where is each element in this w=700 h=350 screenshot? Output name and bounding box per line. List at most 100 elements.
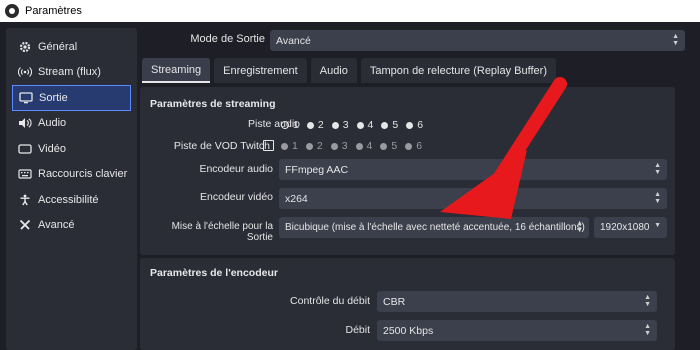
twitch-vod-radio-3: 3 [330,140,348,152]
sidebar-item-label: Vidéo [38,142,66,155]
twitch-vod-radio-5: 5 [380,140,397,152]
streaming-settings-panel: Paramètres de streaming Piste audio 1 2 … [140,87,675,255]
speaker-icon [18,116,32,130]
encoder-settings-panel: Paramètres de l'encodeur Contrôle du déb… [140,258,675,350]
audio-track-radio-1[interactable]: 1 [281,119,299,131]
radio-label: 4 [367,119,374,131]
sidebar-item-label: Avancé [38,219,75,232]
rescale-filter-select[interactable]: Bicubique (mise à l'échelle avec netteté… [279,217,589,238]
audio-track-radio-6[interactable]: 6 [406,119,423,131]
audio-track-radio-5[interactable]: 5 [381,119,398,131]
radio-label: 3 [341,140,348,152]
radio-label: 2 [317,119,324,131]
twitch-vod-checkbox[interactable] [263,140,274,151]
spin-arrows-icon: ▲ ▼ [576,220,583,234]
radio-label: 1 [293,119,299,131]
tab-audio[interactable]: Audio [310,58,357,83]
rescale-label: Mise à l'échelle pour la Sortie [171,221,273,243]
radio-label: 6 [416,140,423,152]
radio-icon [305,142,313,150]
radio-label: 6 [417,119,424,131]
radio-icon [356,121,364,129]
radio-icon [381,121,389,129]
rescale-resolution-select[interactable]: 1920x1080 ▼ [594,217,667,238]
tab-replay-buffer[interactable]: Tampon de relecture (Replay Buffer) [360,58,556,83]
output-mode-value: Avancé [276,34,311,47]
bitrate-value: 2500 Kbps [383,324,434,337]
gear-icon [18,40,32,54]
rate-control-select[interactable]: CBR ▲ ▼ [377,291,657,312]
sidebar: Général Stream (flux) Sortie Audio Vidéo [6,28,137,350]
sidebar-item-label: Stream (flux) [38,66,101,79]
streaming-settings-title: Paramètres de streaming [150,98,276,110]
video-icon [18,142,32,156]
tab-label: Tampon de relecture (Replay Buffer) [369,64,547,77]
audio-encoder-label: Encodeur audio [199,163,273,175]
obs-logo-icon [5,4,19,18]
sidebar-item-general[interactable]: Général [6,34,137,60]
output-tabs: Streaming Enregistrement Audio Tampon de… [142,58,556,83]
radio-label: 3 [342,119,349,131]
audio-track-radio-2[interactable]: 2 [306,119,324,131]
sidebar-item-accessibility[interactable]: Accessibilité [6,187,137,213]
spin-arrows-icon: ▲ ▼ [644,294,651,308]
audio-track-radio-3[interactable]: 3 [331,119,349,131]
radio-icon [281,142,288,150]
bitrate-spinbox[interactable]: 2500 Kbps ▲ ▼ [377,320,657,341]
sidebar-item-video[interactable]: Vidéo [6,136,137,162]
radio-selected-icon [281,121,289,129]
radio-icon [405,142,413,150]
video-encoder-select[interactable]: x264 ▲ ▼ [279,188,667,209]
video-encoder-label: Encodeur vidéo [200,191,273,203]
sidebar-item-output[interactable]: Sortie [12,85,131,111]
radio-icon [330,142,338,150]
tab-label: Enregistrement [223,64,298,77]
radio-label: 5 [392,119,399,131]
twitch-vod-radio-2: 2 [305,140,323,152]
sidebar-item-stream[interactable]: Stream (flux) [6,60,137,86]
twitch-vod-radio-4: 4 [355,140,373,152]
radio-label: 1 [292,140,298,152]
sidebar-item-advanced[interactable]: Avancé [6,213,137,239]
output-mode-label: Mode de Sortie [190,33,265,45]
sidebar-item-hotkeys[interactable]: Raccourcis clavier [6,162,137,188]
audio-track-radios: 1 2 3 4 5 6 [281,119,431,131]
radio-icon [355,142,363,150]
audio-encoder-value: FFmpeg AAC [285,163,349,176]
spin-arrows-icon: ▲ ▼ [672,33,679,47]
output-mode-select[interactable]: Avancé ▲ ▼ [270,30,685,51]
tools-icon [18,218,32,232]
spin-arrows-icon: ▲ ▼ [644,323,651,337]
video-encoder-value: x264 [285,192,308,205]
settings-window: Général Stream (flux) Sortie Audio Vidéo [0,22,700,350]
audio-track-radio-4[interactable]: 4 [356,119,374,131]
radio-label: 5 [391,140,398,152]
audio-encoder-select[interactable]: FFmpeg AAC ▲ ▼ [279,159,667,180]
rescale-resolution-value: 1920x1080 [600,222,650,233]
spin-arrows-icon: ▲ ▼ [654,191,661,205]
twitch-vod-radios: 1 2 3 4 5 6 [281,140,430,152]
twitch-vod-label: Piste de VOD Twitch [173,140,270,152]
twitch-vod-radio-1: 1 [281,140,298,152]
sidebar-item-label: Sortie [39,91,68,104]
title-bar: Paramètres [0,0,700,22]
radio-icon [406,121,414,129]
window-title: Paramètres [25,5,82,17]
sidebar-item-audio[interactable]: Audio [6,111,137,137]
radio-label: 4 [366,140,373,152]
radio-icon [380,142,388,150]
tab-recording[interactable]: Enregistrement [214,58,307,83]
sidebar-item-label: Audio [38,117,67,130]
rescale-filter-value: Bicubique (mise à l'échelle avec netteté… [285,222,585,233]
keyboard-icon [18,167,32,181]
twitch-vod-radio-6: 6 [405,140,422,152]
radio-icon [306,121,314,129]
sidebar-item-label: Accessibilité [38,193,99,206]
tab-label: Streaming [151,63,202,76]
rate-control-value: CBR [383,295,406,308]
accessibility-icon [18,193,32,207]
spin-arrows-icon: ▲ ▼ [654,162,661,176]
monitor-icon [19,91,33,105]
tab-streaming[interactable]: Streaming [142,58,211,83]
encoder-settings-title: Paramètres de l'encodeur [150,267,278,279]
